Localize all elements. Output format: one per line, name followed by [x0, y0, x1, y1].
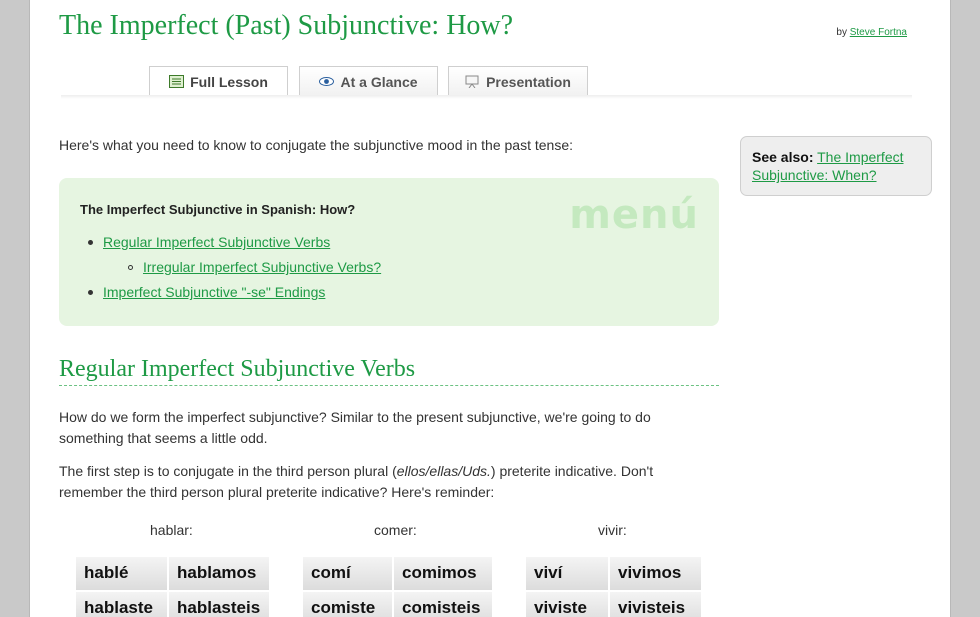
see-also-label: See also: — [752, 149, 814, 165]
lesson-icon — [169, 75, 185, 88]
tab-bar: Full Lesson At a Glance Presentation — [61, 66, 912, 99]
conjugation-cell: hablaste — [76, 592, 167, 617]
conjugation-cell: comisteis — [394, 592, 492, 617]
byline-label: by — [836, 27, 847, 38]
bullet-icon — [88, 240, 93, 245]
menu-list: Regular Imperfect Subjunctive Verbs Irre… — [88, 234, 381, 309]
tab-full-lesson[interactable]: Full Lesson — [149, 66, 288, 96]
section-heading: Regular Imperfect Subjunctive Verbs — [59, 356, 719, 386]
tab-label: Presentation — [486, 73, 571, 90]
conjugation-table-comer: comí comimos comiste comisteis — [303, 557, 492, 617]
conjugation-cell: comiste — [303, 592, 392, 617]
conjugation-cell: comimos — [394, 557, 492, 590]
tab-presentation[interactable]: Presentation — [448, 66, 588, 96]
verb-label-hablar: hablar: — [150, 522, 193, 538]
page: The Imperfect (Past) Subjunctive: How? b… — [29, 0, 951, 617]
conjugation-table-vivir: viví vivimos viviste vivisteis — [526, 557, 701, 617]
tab-label: Full Lesson — [190, 73, 268, 90]
intro-text: Here's what you need to know to conjugat… — [59, 137, 573, 153]
section-paragraph-1: How do we form the imperfect subjunctive… — [59, 409, 651, 446]
para-emphasis: ellos/ellas/Uds. — [396, 463, 491, 479]
menu-link-irregular[interactable]: Irregular Imperfect Subjunctive Verbs? — [143, 259, 381, 275]
bullet-icon — [88, 290, 93, 295]
menu-item: Regular Imperfect Subjunctive Verbs — [88, 234, 381, 259]
bullet-icon — [128, 265, 133, 270]
conjugation-cell: comí — [303, 557, 392, 590]
menu-title: The Imperfect Subjunctive in Spanish: Ho… — [80, 202, 356, 217]
conjugation-cell: hablasteis — [169, 592, 269, 617]
see-also-box: See also: The Imperfect Subjunctive: Whe… — [740, 136, 932, 196]
menu-link-regular[interactable]: Regular Imperfect Subjunctive Verbs — [103, 234, 330, 250]
conjugation-cell: vivimos — [610, 557, 701, 590]
presentation-icon — [465, 75, 480, 89]
conjugation-cell: hablé — [76, 557, 167, 590]
lesson-menu: menú The Imperfect Subjunctive in Spanis… — [59, 178, 719, 326]
author-link[interactable]: Steve Fortna — [850, 27, 907, 38]
menu-watermark: menú — [569, 192, 699, 238]
verb-label-vivir: vivir: — [598, 522, 627, 538]
byline: by Steve Fortna — [836, 27, 907, 38]
conjugation-cell: viviste — [526, 592, 608, 617]
menu-item: Irregular Imperfect Subjunctive Verbs? — [128, 259, 381, 284]
tab-label: At a Glance — [340, 73, 418, 90]
tab-at-a-glance[interactable]: At a Glance — [299, 66, 438, 96]
conjugation-cell: hablamos — [169, 557, 269, 590]
menu-link-se-endings[interactable]: Imperfect Subjunctive "-se" Endings — [103, 284, 325, 300]
page-title: The Imperfect (Past) Subjunctive: How? — [59, 10, 514, 41]
para-text: The first step is to conjugate in the th… — [59, 463, 397, 479]
conjugation-cell: viví — [526, 557, 608, 590]
eye-icon — [319, 75, 335, 88]
conjugation-table-hablar: hablé hablamos hablaste hablasteis — [76, 557, 269, 617]
verb-label-comer: comer: — [374, 522, 417, 538]
conjugation-cell: vivisteis — [610, 592, 701, 617]
menu-item: Imperfect Subjunctive "-se" Endings — [88, 284, 381, 309]
section-paragraph-2: The first step is to conjugate in the th… — [59, 461, 719, 503]
